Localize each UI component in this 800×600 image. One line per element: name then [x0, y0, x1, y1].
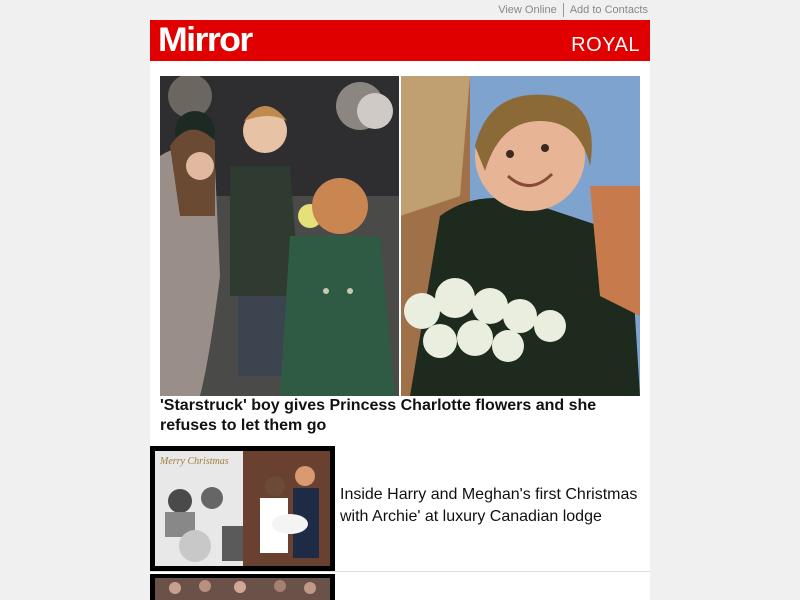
email-top-links: View Online Add to Contacts — [150, 0, 650, 20]
top-links-group: View Online Add to Contacts — [498, 3, 648, 17]
hero-headline[interactable]: 'Starstruck' boy gives Princess Charlott… — [160, 396, 630, 436]
story-thumbnail-2[interactable] — [150, 574, 335, 600]
christmas-card-caption: Merry Christmas — [159, 456, 229, 467]
story-title[interactable]: Inside Harry and Meghan's first Christma… — [340, 484, 645, 528]
section-label: ROYAL — [571, 34, 640, 56]
newsletter-content: 'Starstruck' boy gives Princess Charlott… — [150, 61, 650, 600]
hero-photo-illustration — [160, 76, 640, 396]
mirror-logo[interactable]: Mirror — [158, 21, 253, 60]
story-card-2[interactable] — [150, 574, 650, 600]
story-card[interactable]: Merry Christmas Inside Harry and Meghan'… — [150, 446, 650, 572]
story-thumb-2-illustration — [150, 574, 335, 600]
link-divider — [562, 3, 564, 17]
view-online-link[interactable]: View Online — [498, 4, 557, 16]
story-thumbnail[interactable]: Merry Christmas — [150, 446, 335, 571]
add-to-contacts-link[interactable]: Add to Contacts — [570, 4, 648, 16]
story-thumb-illustration: Merry Christmas — [150, 446, 335, 571]
hero-image[interactable] — [160, 76, 640, 396]
masthead: Mirror ROYAL — [150, 20, 650, 61]
